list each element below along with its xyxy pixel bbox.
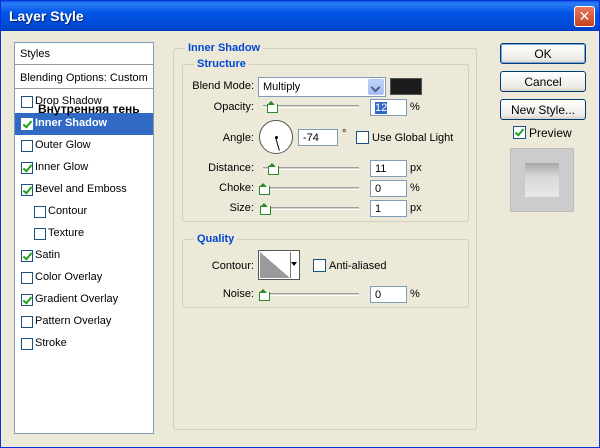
preview-label: Preview bbox=[529, 126, 572, 140]
choke-slider-track[interactable] bbox=[263, 187, 359, 190]
texture-checkbox[interactable] bbox=[34, 228, 46, 240]
noise-input[interactable]: 0 bbox=[370, 286, 407, 303]
blend-mode-value: Multiply bbox=[263, 81, 301, 93]
style-item-color-overlay[interactable]: Color Overlay bbox=[15, 267, 153, 289]
contour-picker[interactable] bbox=[258, 250, 300, 280]
style-item-pattern-overlay[interactable]: Pattern Overlay bbox=[15, 311, 153, 333]
noise-label: Noise: bbox=[222, 288, 254, 300]
style-item-satin[interactable]: Satin bbox=[15, 245, 153, 267]
size-slider-thumb[interactable] bbox=[260, 203, 271, 215]
choke-input[interactable]: 0 bbox=[370, 180, 407, 197]
distance-input[interactable]: 11 bbox=[370, 160, 407, 177]
gradient-overlay-checkbox[interactable] bbox=[21, 294, 33, 306]
distance-slider-thumb[interactable] bbox=[268, 163, 279, 175]
blend-mode-select[interactable]: Multiply bbox=[258, 77, 386, 97]
style-item-label: Texture bbox=[48, 227, 85, 239]
style-item-label: Inner Glow bbox=[35, 161, 89, 173]
panel-title: Inner Shadow bbox=[185, 42, 264, 54]
blending-options-header[interactable]: Blending Options: Custom bbox=[15, 67, 153, 89]
inner-shadow-checkbox[interactable] bbox=[21, 118, 33, 130]
style-item-texture[interactable]: Texture bbox=[15, 223, 153, 245]
opacity-slider-thumb[interactable] bbox=[267, 101, 278, 113]
angle-label: Angle: bbox=[222, 132, 254, 144]
style-item-gradient-overlay[interactable]: Gradient Overlay bbox=[15, 289, 153, 311]
bevel-emboss-checkbox[interactable] bbox=[21, 184, 33, 196]
style-item-label: Outer Glow bbox=[35, 139, 91, 151]
styles-header[interactable]: Styles bbox=[15, 43, 153, 65]
contour-label: Contour: bbox=[211, 260, 254, 272]
opacity-label: Opacity: bbox=[213, 101, 254, 113]
noise-slider-thumb[interactable] bbox=[259, 289, 270, 301]
preview-checkbox[interactable] bbox=[513, 126, 526, 139]
size-input[interactable]: 1 bbox=[370, 200, 407, 217]
size-label: Size: bbox=[229, 202, 254, 214]
ok-button[interactable]: OK bbox=[500, 43, 586, 64]
contour-curve-icon bbox=[260, 252, 290, 278]
noise-unit: % bbox=[410, 288, 420, 300]
anti-aliased-label: Anti-aliased bbox=[329, 260, 387, 272]
drop-shadow-checkbox[interactable] bbox=[21, 96, 33, 108]
style-item-label: Stroke bbox=[35, 337, 67, 349]
styles-list: Styles Blending Options: Custom Drop Sha… bbox=[14, 42, 154, 434]
satin-checkbox[interactable] bbox=[21, 250, 33, 262]
contour-checkbox[interactable] bbox=[34, 206, 46, 218]
layer-style-dialog: Layer Style ✕ Styles Blending Options: C… bbox=[0, 0, 600, 448]
title-bar: Layer Style ✕ bbox=[1, 1, 599, 31]
chevron-down-icon[interactable] bbox=[368, 79, 384, 95]
stroke-checkbox[interactable] bbox=[21, 338, 33, 350]
opacity-unit: % bbox=[410, 101, 420, 113]
cancel-button[interactable]: Cancel bbox=[500, 71, 586, 92]
use-global-light-checkbox[interactable] bbox=[356, 131, 369, 144]
new-style-button[interactable]: New Style... bbox=[500, 99, 586, 120]
opacity-input[interactable]: 12 bbox=[370, 99, 407, 116]
style-item-label: Contour bbox=[48, 205, 88, 217]
close-button[interactable]: ✕ bbox=[574, 6, 595, 27]
structure-legend: Structure bbox=[194, 58, 249, 70]
style-item-contour[interactable]: Contour bbox=[15, 201, 153, 223]
anti-aliased-checkbox[interactable] bbox=[313, 259, 326, 272]
pattern-overlay-checkbox[interactable] bbox=[21, 316, 33, 328]
style-item-label: Satin bbox=[35, 249, 61, 261]
style-item-label: Inner Shadow bbox=[35, 117, 108, 129]
style-item-label: Bevel and Emboss bbox=[35, 183, 127, 195]
degree-symbol: ° bbox=[342, 128, 347, 140]
choke-label: Choke: bbox=[219, 182, 254, 194]
angle-input[interactable]: -74 bbox=[298, 129, 338, 146]
inner-glow-checkbox[interactable] bbox=[21, 162, 33, 174]
shadow-color-swatch[interactable] bbox=[390, 78, 422, 95]
use-global-light-label: Use Global Light bbox=[372, 132, 454, 144]
style-item-inner-shadow[interactable]: Inner Shadow bbox=[15, 113, 153, 135]
outer-glow-checkbox[interactable] bbox=[21, 140, 33, 152]
blend-mode-label: Blend Mode: bbox=[192, 80, 254, 92]
style-item-label: Pattern Overlay bbox=[35, 315, 112, 327]
window-title: Layer Style bbox=[9, 8, 84, 24]
size-slider-track[interactable] bbox=[263, 207, 359, 210]
style-item-inner-glow[interactable]: Inner Glow bbox=[15, 157, 153, 179]
russian-caption-overlay: Внутренняя тень bbox=[38, 102, 140, 116]
quality-legend: Quality bbox=[194, 233, 238, 245]
style-item-bevel-emboss[interactable]: Bevel and Emboss bbox=[15, 179, 153, 201]
choke-unit: % bbox=[410, 182, 420, 194]
color-overlay-checkbox[interactable] bbox=[21, 272, 33, 284]
chevron-down-icon[interactable] bbox=[290, 252, 298, 278]
noise-slider-track[interactable] bbox=[263, 293, 359, 296]
angle-dial[interactable] bbox=[259, 120, 293, 154]
distance-unit: px bbox=[410, 162, 422, 174]
choke-slider-thumb[interactable] bbox=[259, 183, 270, 195]
style-item-label: Gradient Overlay bbox=[35, 293, 119, 305]
style-item-label: Color Overlay bbox=[35, 271, 103, 283]
distance-label: Distance: bbox=[208, 162, 254, 174]
style-item-outer-glow[interactable]: Outer Glow bbox=[15, 135, 153, 157]
style-item-stroke[interactable]: Stroke bbox=[15, 333, 153, 355]
style-preview-thumbnail bbox=[510, 148, 574, 212]
size-unit: px bbox=[410, 202, 422, 214]
